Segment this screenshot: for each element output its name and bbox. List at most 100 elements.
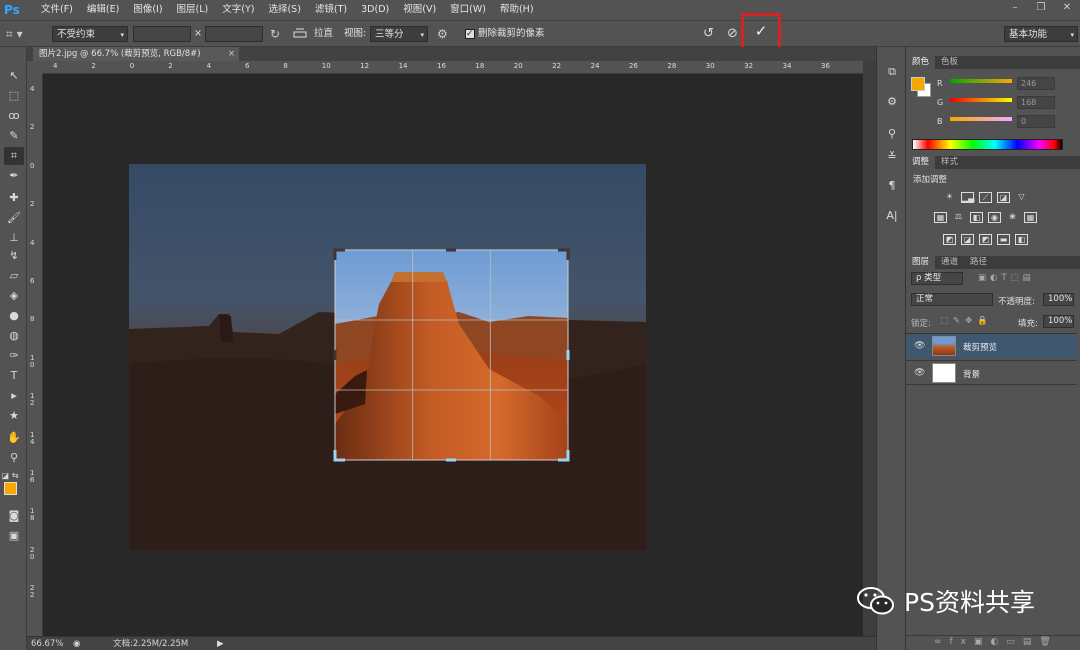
posterize-icon[interactable]: ◪	[961, 234, 974, 245]
tab-paths[interactable]: 路径	[964, 256, 993, 269]
canvas-area[interactable]	[43, 74, 863, 636]
overlay-view-select[interactable]: 三等分 ▾	[370, 26, 428, 42]
crop-tool-preset-icon[interactable]: ⌗ ▾	[6, 26, 36, 42]
menu-view[interactable]: 视图(V)	[396, 0, 443, 20]
tab-color[interactable]: 颜色	[906, 56, 936, 69]
brightness-icon[interactable]: ☀	[943, 192, 956, 203]
brush-tool-icon[interactable]: 🖌	[4, 209, 24, 227]
red-value[interactable]: 246	[1017, 77, 1055, 90]
vibrance-icon[interactable]: ▽	[1015, 192, 1028, 203]
healing-brush-tool-icon[interactable]: ✚	[4, 189, 24, 207]
reset-icon[interactable]: ↺	[703, 26, 714, 42]
paragraph-icon[interactable]: ¶	[884, 179, 900, 195]
blue-value[interactable]: 0	[1017, 115, 1055, 128]
opacity-field[interactable]: 100%	[1043, 293, 1074, 306]
eraser-tool-icon[interactable]: ▱	[4, 267, 24, 285]
path-select-tool-icon[interactable]: ▸	[4, 387, 24, 405]
eye-icon[interactable]: 👁	[914, 341, 925, 351]
pen-tool-icon[interactable]: ✑	[4, 347, 24, 365]
vertical-ruler[interactable]: 4 2 0 2 4 6 8 10 12 14 16 18 20 22	[27, 74, 43, 636]
green-slider[interactable]	[950, 98, 1012, 102]
vertical-scrollbar[interactable]	[863, 61, 876, 636]
quick-mask-icon[interactable]: ◙	[4, 507, 24, 525]
blur-tool-icon[interactable]: ●	[4, 307, 24, 325]
dodge-tool-icon[interactable]: ◍	[4, 327, 24, 345]
layer-filter-icons[interactable]: ▣◐T⬚▤	[978, 273, 1035, 283]
brush-panel-icon[interactable]: ≚	[884, 150, 900, 166]
menu-edit[interactable]: 编辑(E)	[80, 0, 126, 20]
green-value[interactable]: 168	[1017, 96, 1055, 109]
shape-tool-icon[interactable]: ★	[4, 407, 24, 425]
color-spectrum-bar[interactable]	[912, 139, 1063, 150]
horizontal-ruler[interactable]: 4 2 0 2 4 6 8 10 12 14 16 18 20 22 24 26 28 30 32 34 36	[43, 61, 863, 74]
hue-saturation-icon[interactable]: ▦	[934, 212, 947, 223]
layer-row-crop-preview[interactable]: 👁 裁剪预览	[906, 333, 1077, 358]
zoom-readout[interactable]: 66.67%	[31, 637, 63, 650]
hand-tool-icon[interactable]: ✋	[4, 429, 24, 447]
tab-swatches[interactable]: 色板	[935, 56, 964, 69]
tab-adjustments[interactable]: 调整	[906, 156, 936, 169]
tab-layers[interactable]: 图层	[906, 256, 936, 269]
menu-window[interactable]: 窗口(W)	[443, 0, 493, 20]
photo-filter-icon[interactable]: ◉	[988, 212, 1001, 223]
straighten-button[interactable]: 拉直	[314, 26, 333, 42]
quick-select-tool-icon[interactable]: ✎	[4, 127, 24, 145]
menu-file[interactable]: 文件(F)	[34, 0, 80, 20]
character-icon[interactable]: A|	[884, 209, 900, 225]
document-tab[interactable]: 图片2.jpg @ 66.7% (裁剪预览, RGB/8#) ×	[33, 47, 239, 61]
brush-presets-icon[interactable]: ⚲	[884, 127, 900, 143]
delete-cropped-pixels-checkbox[interactable]: ✓	[465, 29, 475, 39]
selective-color-icon[interactable]: ◧	[1015, 234, 1028, 245]
marquee-tool-icon[interactable]: ⬚	[4, 87, 24, 105]
minimize-icon[interactable]: –	[1002, 0, 1028, 16]
foreground-color-swatch[interactable]	[4, 482, 17, 495]
levels-icon[interactable]: ▁▃	[961, 192, 974, 203]
commit-crop-button[interactable]: ✓	[741, 13, 781, 50]
history-brush-tool-icon[interactable]: ↯	[4, 247, 24, 265]
play-arrow-icon[interactable]: ▶	[217, 637, 224, 650]
menu-layer[interactable]: 图层(L)	[170, 0, 216, 20]
color-balance-icon[interactable]: ⚖	[952, 212, 965, 223]
black-white-icon[interactable]: ◧	[970, 212, 983, 223]
curves-icon[interactable]: ⟋	[979, 192, 992, 203]
screen-mode-icon[interactable]: ▣	[4, 527, 24, 545]
eyedropper-tool-icon[interactable]: ✒	[4, 167, 24, 185]
menu-help[interactable]: 帮助(H)	[493, 0, 541, 20]
straighten-icon[interactable]	[293, 26, 307, 42]
gradient-map-icon[interactable]: ▬	[997, 234, 1010, 245]
menu-type[interactable]: 文字(Y)	[215, 0, 261, 20]
swap-dimensions-icon[interactable]: ↻	[270, 26, 282, 42]
width-field[interactable]	[133, 26, 191, 42]
blue-slider[interactable]	[950, 117, 1012, 121]
menu-select[interactable]: 选择(S)	[261, 0, 307, 20]
invert-icon[interactable]: ◩	[943, 234, 956, 245]
layer-name[interactable]: 裁剪预览	[963, 341, 997, 353]
height-field[interactable]	[205, 26, 263, 42]
layer-actions-icons[interactable]: ∞fx▣◐▭▤🗑	[934, 637, 1059, 647]
close-icon[interactable]: ✕	[1054, 0, 1080, 16]
exposure-icon[interactable]: ◪	[997, 192, 1010, 203]
gear-icon[interactable]: ⚙	[437, 26, 451, 42]
lock-icons[interactable]: ⬚✎✥🔒	[940, 316, 993, 326]
layer-row-background[interactable]: 👁 背景	[906, 360, 1077, 385]
crop-tool-icon[interactable]: ⌗	[4, 147, 24, 165]
panel-foreground-swatch[interactable]	[911, 77, 925, 91]
color-lookup-icon[interactable]: ▦	[1024, 212, 1037, 223]
fill-field[interactable]: 100%	[1043, 315, 1074, 328]
menu-image[interactable]: 图像(I)	[126, 0, 169, 20]
layer-name[interactable]: 背景	[963, 368, 980, 380]
blend-mode-select[interactable]: 正常	[911, 293, 993, 306]
tab-styles[interactable]: 样式	[935, 156, 964, 169]
red-slider[interactable]	[950, 79, 1012, 83]
close-icon[interactable]: ×	[228, 47, 235, 61]
lasso-tool-icon[interactable]: ꝏ	[4, 107, 24, 125]
restore-icon[interactable]: ❐	[1028, 0, 1054, 16]
layer-filter-select[interactable]: ρ 类型	[911, 272, 963, 285]
history-icon[interactable]: ⧉	[884, 65, 900, 81]
paint-bucket-tool-icon[interactable]: ◈	[4, 287, 24, 305]
tab-channels[interactable]: 通道	[935, 256, 964, 269]
channel-mixer-icon[interactable]: ❀	[1006, 212, 1019, 223]
threshold-icon[interactable]: ◩	[979, 234, 992, 245]
menu-filter[interactable]: 滤镜(T)	[308, 0, 354, 20]
move-tool-icon[interactable]: ↖	[4, 67, 24, 85]
